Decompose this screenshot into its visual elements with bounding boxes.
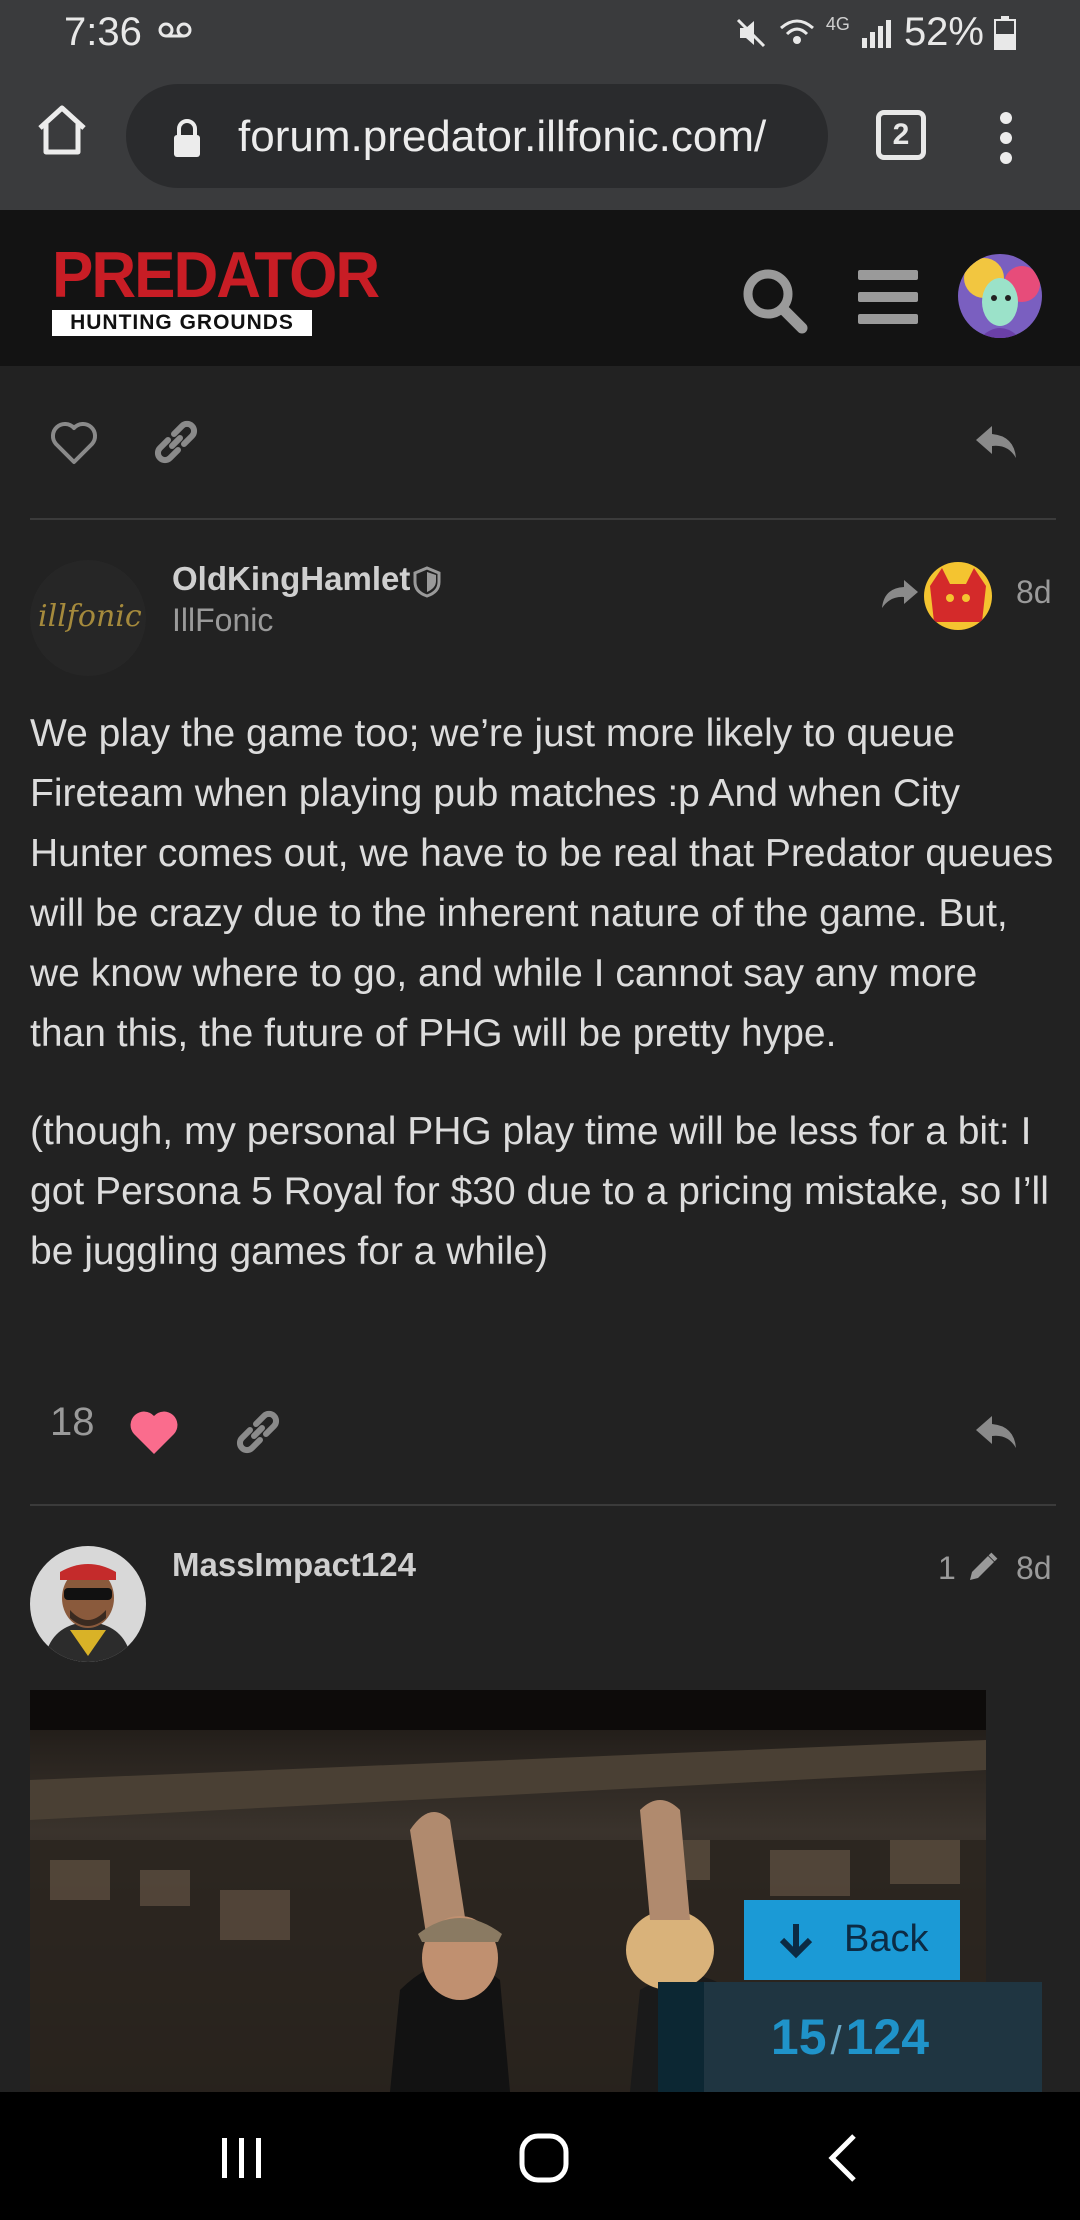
post-username[interactable]: OldKingHamlet (172, 560, 410, 598)
post-paragraph: (though, my personal PHG play time will … (30, 1110, 1049, 1273)
arrow-down-icon (779, 1924, 813, 1959)
post-divider (30, 1504, 1056, 1506)
progress-text: 15/124 (658, 1982, 1042, 2092)
more-options-icon[interactable] (994, 108, 1018, 168)
signal-icon (861, 19, 891, 48)
user-avatar[interactable] (958, 254, 1042, 338)
post-body: We play the game too; we’re just more li… (30, 704, 1060, 1320)
post-paragraph: We play the game too; we’re just more li… (30, 712, 1054, 1055)
battery-icon (994, 15, 1016, 50)
status-bar: 7:36 4G 52% (0, 0, 1080, 64)
post-progress-indicator[interactable]: 15/124 (658, 1982, 1042, 2092)
search-icon[interactable] (738, 264, 810, 336)
progress-current: 15 (770, 2009, 827, 2065)
network-type: 4G (825, 14, 850, 34)
post-author-avatar[interactable]: illfonic (30, 560, 146, 676)
status-time: 7:36 (64, 10, 142, 54)
wifi-icon (779, 19, 814, 44)
post-actions (30, 396, 1056, 496)
mute-icon (736, 18, 765, 47)
address-bar[interactable]: forum.predator.illfonic.com/ (126, 84, 828, 188)
like-heart-filled-icon[interactable] (128, 1406, 180, 1458)
post-age[interactable]: 8d (1016, 574, 1052, 611)
home-nav-icon[interactable] (514, 2128, 574, 2188)
home-icon[interactable] (34, 102, 90, 158)
logo-title: PREDATOR (52, 239, 380, 312)
post-user-title: IllFonic (172, 602, 274, 638)
voicemail-icon (158, 22, 192, 38)
url-text: forum.predator.illfonic.com/ (238, 112, 767, 161)
battery-percent: 52% (903, 10, 984, 54)
post-author-avatar[interactable] (30, 1546, 146, 1662)
back-label: Back (844, 1918, 929, 1960)
post-username[interactable]: MassImpact124 (172, 1546, 416, 1584)
edit-count[interactable]: 1 (938, 1550, 956, 1587)
link-icon[interactable] (150, 416, 202, 468)
back-nav-icon[interactable] (816, 2128, 876, 2188)
hamburger-menu-icon[interactable] (856, 268, 920, 326)
android-nav-bar (0, 2092, 1080, 2220)
post-actions: 18 (30, 1382, 1056, 1482)
reply-to-avatar[interactable] (924, 562, 992, 630)
site-logo[interactable]: PREDATOR HUNTING GROUNDS (52, 239, 380, 342)
recent-apps-icon[interactable] (212, 2128, 272, 2188)
tab-switcher-button[interactable]: 2 (876, 110, 926, 160)
reply-to-arrow-icon[interactable] (880, 576, 920, 610)
status-icons: 4G 52% (734, 10, 1016, 55)
progress-total: 124 (845, 2009, 930, 2065)
lock-icon (174, 119, 200, 157)
reply-icon[interactable] (970, 416, 1022, 468)
post-divider (30, 518, 1056, 520)
edit-pencil-icon[interactable] (964, 1550, 1000, 1586)
like-heart-outline-icon[interactable] (48, 416, 100, 468)
like-count[interactable]: 18 (50, 1400, 95, 1445)
forum-header: PREDATOR HUNTING GROUNDS (0, 210, 1080, 366)
reply-icon[interactable] (970, 1406, 1022, 1458)
link-icon[interactable] (232, 1406, 284, 1458)
progress-separator: / (830, 2019, 842, 2063)
back-button[interactable]: Back (744, 1900, 960, 1980)
browser-toolbar: forum.predator.illfonic.com/ 2 (0, 64, 1080, 210)
logo-subtitle: HUNTING GROUNDS (52, 310, 312, 336)
avatar-brand-text: illfonic (38, 599, 142, 634)
post-age[interactable]: 8d (1016, 1550, 1052, 1587)
moderator-shield-icon (413, 566, 441, 598)
